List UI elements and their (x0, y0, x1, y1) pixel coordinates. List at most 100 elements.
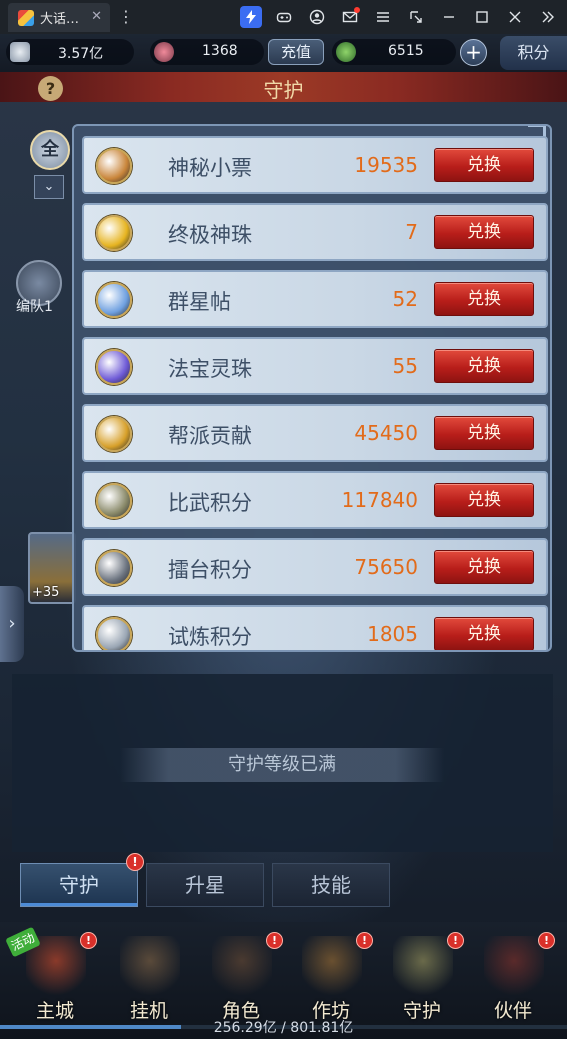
side-expand-arrow[interactable]: › (0, 586, 24, 662)
ring-medal-icon (96, 550, 132, 586)
item-count: 75650 (354, 555, 418, 579)
tab-close-icon[interactable]: ✕ (91, 9, 102, 24)
filter-dropdown-button[interactable]: ⌄ (34, 175, 64, 199)
nav-item-art (484, 936, 544, 998)
nav-alert-badge: ! (80, 932, 97, 949)
exchange-row: 神秘小票 19535 兑换 (82, 136, 548, 194)
mail-icon[interactable] (339, 6, 361, 28)
nav-item-3[interactable]: 作坊! (290, 930, 373, 1022)
exchange-button[interactable]: 兑换 (434, 282, 534, 316)
page-title: 守护 (263, 78, 304, 102)
nav-item-art (302, 936, 362, 998)
filter-all-button[interactable]: 全 (30, 130, 70, 170)
exchange-row: 终极神珠 7 兑换 (82, 203, 548, 261)
tab-skills[interactable]: 技能 (272, 863, 390, 907)
item-name: 法宝灵珠 (168, 357, 252, 381)
team-label: 编队1 (16, 299, 53, 315)
exchange-button[interactable]: 兑换 (434, 148, 534, 182)
exchange-row: 群星帖 52 兑换 (82, 270, 548, 328)
nav-item-4[interactable]: 守护! (381, 930, 464, 1022)
game-viewport: 3.57亿 1368 充值 6515 + 积分 守护 ? 全 ⌄ 编队1 +35… (0, 34, 567, 1039)
item-name: 神秘小票 (168, 156, 252, 180)
nav-item-5[interactable]: 伙伴! (472, 930, 555, 1022)
tab-guardian-alert-badge: ! (126, 853, 144, 871)
ticket-icon (96, 148, 132, 184)
experience-text: 256.29亿 / 801.81亿 (213, 1020, 354, 1036)
nav-alert-badge: ! (447, 932, 464, 949)
item-count: 45450 (354, 421, 418, 445)
item-count: 19535 (354, 153, 418, 177)
item-name: 帮派贡献 (168, 424, 252, 448)
nav-item-art (120, 936, 180, 998)
gold-amount: 6515 (388, 43, 424, 59)
expand-sidebar-icon[interactable] (537, 6, 559, 28)
window-close-icon[interactable] (504, 6, 526, 28)
app-icon (18, 9, 34, 26)
item-name: 擂台积分 (168, 558, 252, 582)
arena-medal-icon (96, 483, 132, 519)
green-gem-icon (336, 42, 356, 62)
item-name: 群星帖 (168, 290, 231, 314)
spirit-orb-icon (96, 349, 132, 385)
gold-resource: 6515 (332, 39, 456, 65)
nav-alert-badge: ! (356, 932, 373, 949)
item-count: 52 (392, 287, 418, 311)
exchange-row: 法宝灵珠 55 兑换 (82, 337, 548, 395)
mail-notification-dot (354, 7, 360, 13)
trial-medal-icon (96, 617, 132, 650)
exchange-button[interactable]: 兑换 (434, 349, 534, 383)
item-count: 1805 (367, 622, 418, 646)
item-count: 7 (405, 220, 418, 244)
exchange-button[interactable]: 兑换 (434, 215, 534, 249)
nav-item-art (393, 936, 453, 998)
maximize-icon[interactable] (471, 6, 493, 28)
silver-ingot-icon (10, 42, 30, 62)
recharge-button[interactable]: 充值 (268, 39, 324, 65)
silver-resource: 3.57亿 (6, 39, 134, 65)
nav-alert-badge: ! (266, 932, 283, 949)
emulator-toolbar (240, 0, 559, 34)
item-name: 比武积分 (168, 491, 252, 515)
help-button[interactable]: ? (38, 76, 63, 101)
resize-icon[interactable] (405, 6, 427, 28)
exchange-row: 擂台积分 75650 兑换 (82, 538, 548, 596)
app-tab-title: 大话… (40, 12, 80, 27)
minimize-icon[interactable] (438, 6, 460, 28)
max-level-notice: 守护等级已满 (120, 748, 444, 782)
exchange-button[interactable]: 兑换 (434, 617, 534, 650)
tab-star-up[interactable]: 升星 (146, 863, 264, 907)
bolt-icon[interactable] (240, 6, 262, 28)
tab-guardian[interactable]: 守护 (20, 863, 138, 907)
exchange-button[interactable]: 兑换 (434, 550, 534, 584)
item-count: 117840 (341, 488, 418, 512)
add-currency-button[interactable]: + (460, 39, 487, 66)
more-menu-icon[interactable]: ⋮ (118, 7, 134, 26)
nav-alert-badge: ! (538, 932, 555, 949)
jade-resource: 1368 (150, 39, 264, 65)
points-tab[interactable]: 积分 (500, 36, 567, 70)
guardian-card-level: +35 (32, 585, 60, 600)
exchange-list[interactable]: 神秘小票 19535 兑换 终极神珠 7 兑换 群星帖 52 兑换 法宝灵珠 55 兑换 帮派贡献 454… (82, 136, 548, 650)
hamburger-menu-icon[interactable] (372, 6, 394, 28)
item-count: 55 (392, 354, 418, 378)
exchange-button[interactable]: 兑换 (434, 416, 534, 450)
account-icon[interactable] (306, 6, 328, 28)
exchange-row: 帮派贡献 45450 兑换 (82, 404, 548, 462)
emulator-titlebar: 大话… ✕ ⋮ (0, 0, 567, 34)
app-tab[interactable]: 大话… ✕ (8, 3, 110, 32)
jade-gem-icon (154, 42, 174, 62)
pearl-icon (96, 215, 132, 251)
exchange-button[interactable]: 兑换 (434, 483, 534, 517)
gamepad-icon[interactable] (273, 6, 295, 28)
nav-item-1[interactable]: 挂机 (108, 930, 190, 1022)
exchange-popup: 神秘小票 19535 兑换 终极神珠 7 兑换 群星帖 52 兑换 法宝灵珠 55 兑换 帮派贡献 454… (72, 124, 552, 652)
item-name: 终极神珠 (168, 223, 252, 247)
guild-coin-icon (96, 416, 132, 452)
exchange-row: 比武积分 117840 兑换 (82, 471, 548, 529)
star-card-icon (96, 282, 132, 318)
jade-amount: 1368 (202, 43, 238, 59)
exchange-row: 试炼积分 1805 兑换 (82, 605, 548, 650)
nav-item-art (212, 936, 272, 998)
nav-item-2[interactable]: 角色! (200, 930, 283, 1022)
resource-bar: 3.57亿 1368 充值 6515 + 积分 (0, 34, 567, 72)
